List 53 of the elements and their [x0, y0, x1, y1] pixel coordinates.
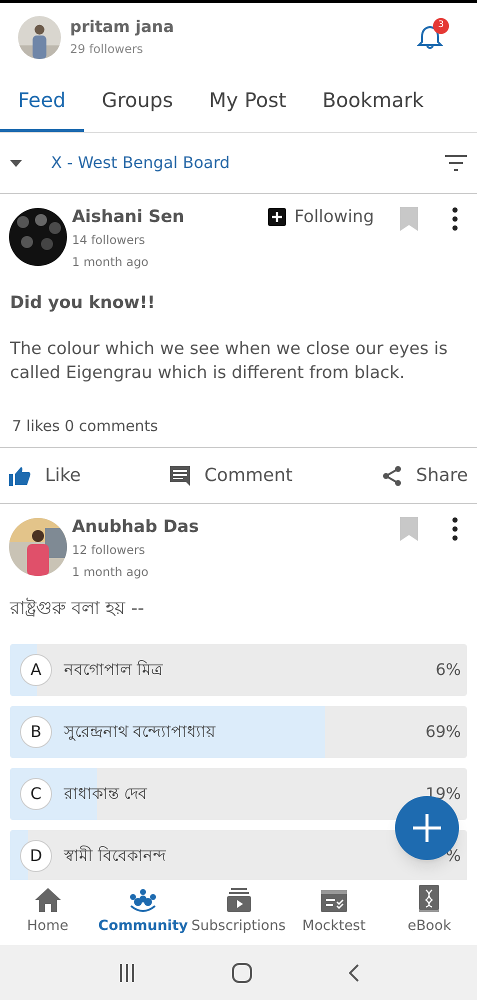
dropdown-caret-icon[interactable]: [10, 160, 22, 166]
follower-count: 14 followers: [72, 232, 146, 249]
plus-icon: [268, 208, 286, 226]
share-button[interactable]: Share: [382, 462, 468, 489]
board-filter[interactable]: X - West Bengal Board: [51, 151, 230, 175]
author-name[interactable]: Anubhab Das: [72, 516, 199, 538]
option-text: স্বামী বিবেকানন্দ: [64, 844, 166, 867]
option-text: নবগোপাল মিত্র: [64, 659, 164, 681]
nav-item[interactable]: Community: [95, 880, 191, 945]
more-icon[interactable]: [452, 517, 458, 541]
user-name: pritam jana: [70, 16, 174, 36]
poll-question: রাষ্ট্রগুরু বলা হয় --: [8, 596, 146, 621]
tab[interactable]: Feed: [0, 71, 84, 132]
nav-item[interactable]: Mocktest: [286, 880, 382, 945]
comment-button[interactable]: Comment: [170, 462, 293, 489]
more-icon[interactable]: [452, 207, 458, 231]
author-name[interactable]: Aishani Sen: [72, 206, 184, 228]
checklist-icon: [320, 889, 347, 913]
back-icon[interactable]: [348, 964, 358, 982]
nav-item[interactable]: eBook: [382, 880, 477, 945]
follow-button[interactable]: Following: [268, 206, 374, 228]
option-percent: 6%: [436, 659, 461, 681]
poll-option[interactable]: B সুরেন্দ্রনাথ বন্দ্যোপাধ্যায় 69%: [10, 706, 467, 758]
group-icon: [128, 889, 158, 913]
thumbs-up-icon: [9, 466, 31, 486]
filter-icon[interactable]: [445, 155, 467, 171]
tab[interactable]: My Post: [191, 71, 304, 132]
notification-badge: 3: [433, 18, 449, 34]
tab[interactable]: Bookmark: [304, 71, 442, 132]
comment-icon: [170, 466, 190, 486]
post-title: Did you know!!: [9, 292, 156, 315]
plus-icon: [413, 814, 441, 842]
nav-item[interactable]: Home: [0, 880, 96, 945]
home-icon: [34, 887, 62, 913]
recent-apps-icon[interactable]: [118, 964, 134, 982]
option-letter: A: [20, 654, 52, 686]
option-text: রাধাকান্ত দেব: [64, 783, 148, 805]
follower-count: 12 followers: [72, 542, 146, 559]
book-icon: [418, 885, 440, 913]
like-button[interactable]: Like: [9, 462, 81, 489]
post-time: 1 month ago: [72, 254, 150, 271]
option-percent: 69%: [425, 721, 461, 743]
post-time: 1 month ago: [72, 564, 150, 581]
tab[interactable]: Groups: [84, 71, 192, 132]
poll-option[interactable]: A নবগোপাল মিত্র 6%: [10, 644, 467, 696]
follower-count: 29 followers: [70, 40, 144, 58]
option-letter: D: [20, 840, 52, 872]
post-text: The colour which we see when we close our eyes is called Eigengrau which is different from black.: [9, 338, 449, 384]
option-text: সুরেন্দ্রনাথ বন্দ্যোপাধ্যায়: [64, 721, 216, 743]
nav-item[interactable]: Subscriptions: [190, 880, 286, 945]
video-stack-icon: [226, 887, 251, 913]
post-stats: 7 likes 0 comments: [11, 416, 160, 436]
share-icon: [382, 466, 402, 486]
